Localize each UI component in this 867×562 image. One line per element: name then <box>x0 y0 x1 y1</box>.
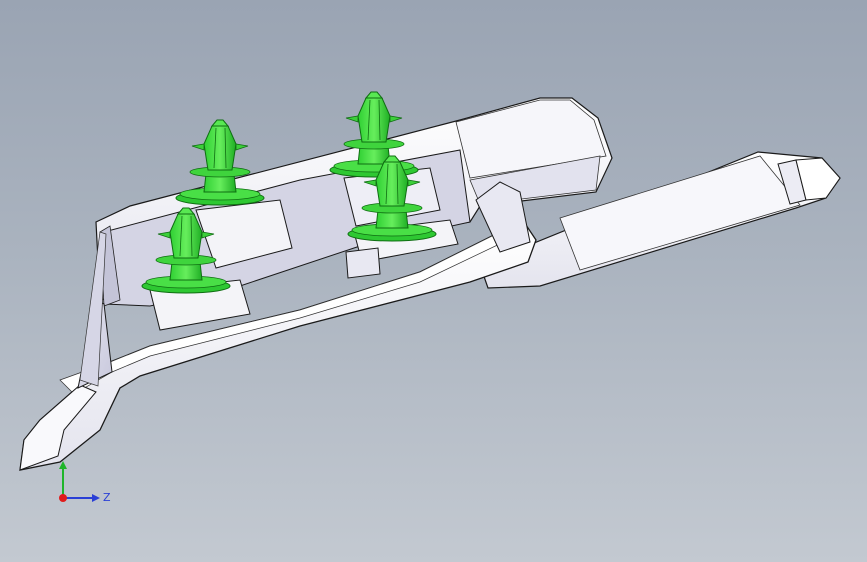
push-clip-1 <box>175 119 265 206</box>
z-axis-label: Z <box>103 491 111 504</box>
origin-marker <box>59 494 67 502</box>
3d-model-viewport[interactable] <box>0 0 867 562</box>
orientation-triad: Z <box>59 461 111 504</box>
